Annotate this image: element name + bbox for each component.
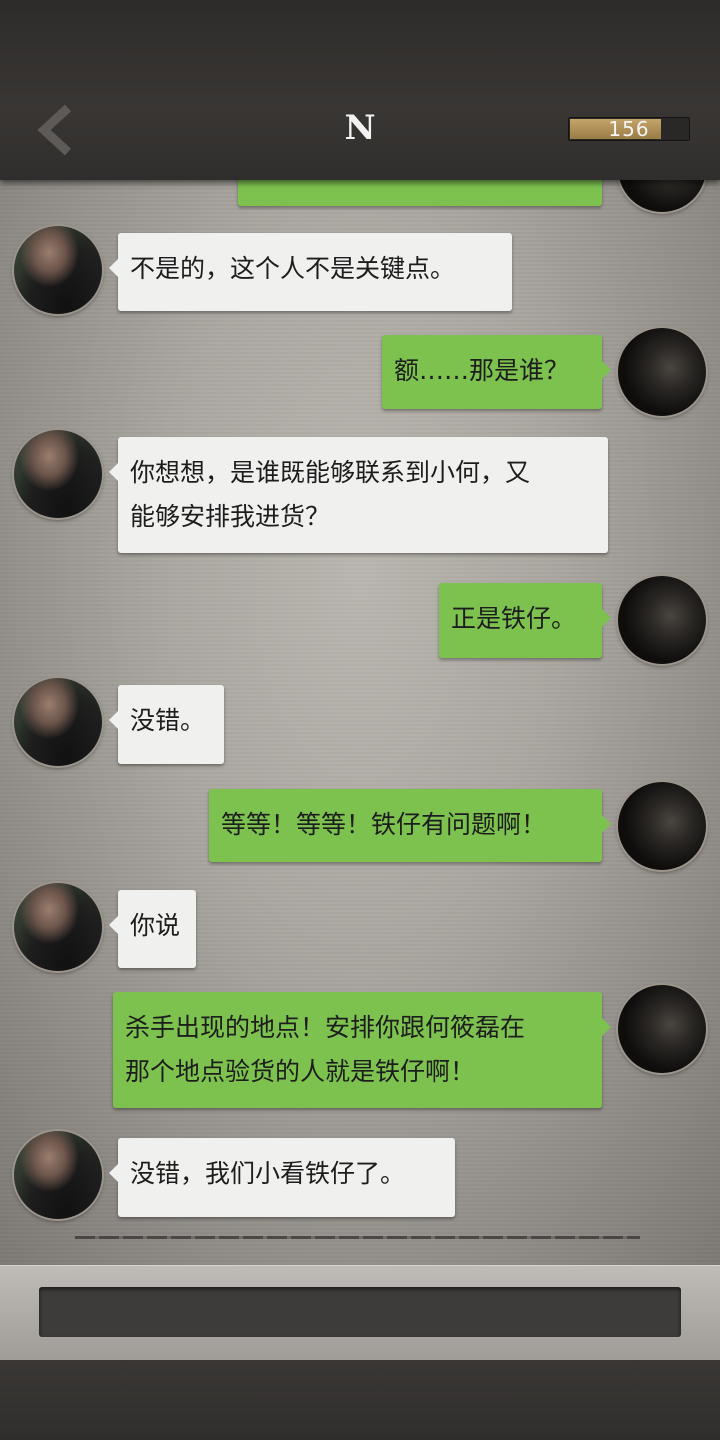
counter-value: 156 [608,117,650,141]
message-bubble[interactable]: 你想想，是谁既能够联系到小何，又 能够安排我进货？ [109,437,608,553]
message-bubble[interactable]: 正是铁仔。 [439,583,611,658]
self-avatar[interactable] [618,782,706,870]
self-avatar[interactable] [618,328,706,416]
message-text-line: 那个地点验货的人就是铁仔啊！ [125,1057,476,1086]
message-text: 没错。 [130,706,206,735]
message-bubble[interactable]: 你说 [109,890,196,968]
self-avatar[interactable] [618,576,706,664]
message-bubble[interactable]: 杀手出现的地点！安排你跟何筱磊在 那个地点验货的人就是铁仔啊！ [113,992,611,1108]
contact-avatar[interactable] [14,226,102,314]
message-input[interactable] [39,1287,681,1337]
contact-avatar[interactable] [14,430,102,518]
message-text: 额……那是谁？ [394,356,570,385]
message-bubble[interactable]: 等等！等等！铁仔有问题啊！ [209,789,611,862]
contact-avatar[interactable] [14,1131,102,1219]
message-bubble[interactable]: 没错。 [109,685,224,764]
message-bubble[interactable]: 不是的，这个人不是关键点。 [109,233,512,311]
progress-counter: 156 [568,117,690,141]
message-bubble[interactable]: 没错，我们小看铁仔了。 [109,1138,455,1217]
self-avatar[interactable] [618,985,706,1073]
message-text-line: 杀手出现的地点！安排你跟何筱磊在 [125,1013,526,1042]
contact-avatar[interactable] [14,883,102,971]
message-text: 等等！等等！铁仔有问题啊！ [221,810,547,839]
message-text-line: 你想想，是谁既能够联系到小何，又 [130,458,531,487]
message-text-line: 能够安排我进货？ [130,502,331,531]
message-text: 正是铁仔。 [451,604,577,633]
top-bar: N 156 [0,0,720,180]
message-text: 你说 [130,911,181,940]
message-text: 不是的，这个人不是关键点。 [130,254,456,283]
contact-avatar[interactable] [14,678,102,766]
message-text: 没错，我们小看铁仔了。 [130,1159,406,1188]
bottom-bar [0,1360,720,1440]
message-bubble[interactable]: 额……那是谁？ [382,335,611,409]
typing-divider [75,1236,640,1239]
